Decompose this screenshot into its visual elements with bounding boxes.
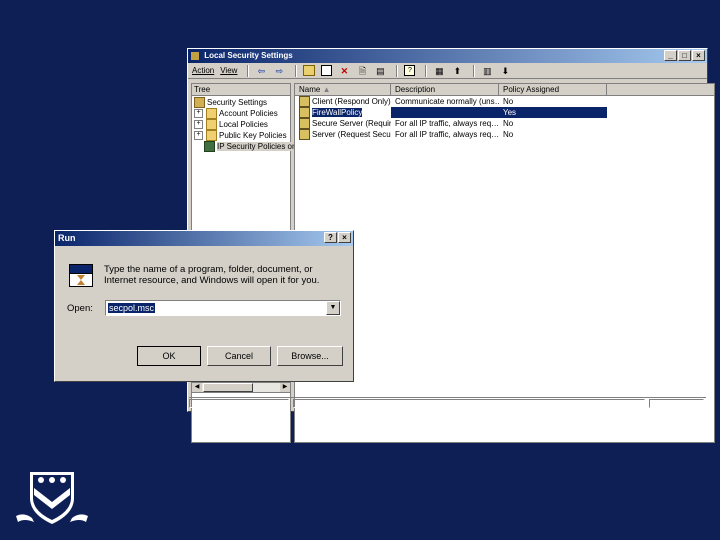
- properties-icon[interactable]: 🗎: [356, 65, 368, 77]
- run-titlebar[interactable]: Run ? ×: [55, 231, 353, 246]
- policy-name: Secure Server (Requir…: [312, 119, 391, 128]
- policy-description: [391, 107, 499, 118]
- folder-icon: [206, 119, 217, 131]
- forward-icon[interactable]: ⇨: [273, 65, 285, 77]
- ip-policy-icon: [299, 118, 310, 129]
- chevron-down-icon[interactable]: ▼: [326, 301, 340, 315]
- open-combobox[interactable]: secpol.msc ▼: [105, 300, 341, 316]
- close-button[interactable]: ×: [692, 50, 705, 61]
- lsp-titlebar[interactable]: Local Security Settings _ □ ×: [188, 49, 707, 63]
- tree-item-label: Public Key Policies: [219, 131, 287, 140]
- ok-button[interactable]: OK: [137, 346, 201, 366]
- scroll-right-arrow-icon[interactable]: ▶: [280, 383, 290, 392]
- policy-row[interactable]: Client (Respond Only) Communicate normall…: [295, 96, 714, 107]
- toolbar-separator: [295, 64, 298, 77]
- sort-ascending-icon: ▲: [322, 85, 331, 94]
- ip-policy-icon: [299, 129, 310, 140]
- toolbar-separator: [473, 64, 476, 77]
- policy-rows: Client (Respond Only) Communicate normall…: [295, 96, 714, 140]
- status-bar: [189, 397, 706, 410]
- tree-item-public-key-policies[interactable]: + Public Key Policies: [194, 130, 287, 142]
- policy-assigned: No: [503, 119, 514, 128]
- delete-icon[interactable]: ✕: [338, 65, 350, 77]
- unassign-icon[interactable]: ⬇: [499, 65, 511, 77]
- minimize-button[interactable]: _: [664, 50, 677, 61]
- policy-description: Communicate normally (uns…: [395, 97, 499, 106]
- add-icon[interactable]: ▦: [433, 65, 445, 77]
- run-prompt-text: Type the name of a program, folder, docu…: [104, 264, 320, 286]
- policy-assigned: Yes: [499, 107, 607, 118]
- show-hide-tree-icon[interactable]: [321, 65, 333, 76]
- run-title: Run: [58, 233, 76, 243]
- tree-item-local-policies[interactable]: + Local Policies: [194, 119, 268, 131]
- folder-icon: [206, 130, 217, 142]
- up-folder-icon[interactable]: [303, 65, 316, 76]
- tree-item-label: Local Policies: [219, 120, 268, 129]
- menu-action[interactable]: Action: [192, 66, 214, 75]
- policy-list-pane[interactable]: Name ▲ Description Policy Assigned Clien…: [294, 83, 715, 443]
- export-list-icon[interactable]: ▤: [374, 65, 386, 77]
- toolbar-separator: [425, 64, 428, 77]
- help-button[interactable]: ?: [324, 232, 337, 243]
- tree-horizontal-scrollbar[interactable]: ◀ ▶: [191, 382, 291, 393]
- scroll-left-arrow-icon[interactable]: ◀: [192, 383, 202, 392]
- scroll-thumb[interactable]: [203, 383, 253, 392]
- column-header-policy-assigned[interactable]: Policy Assigned: [499, 84, 607, 95]
- policy-name: Client (Respond Only): [312, 97, 391, 106]
- policy-description: For all IP traffic, always req…: [395, 130, 499, 139]
- run-dialog: Run ? × Type the name of a program, fold…: [54, 230, 354, 382]
- expand-icon[interactable]: +: [194, 120, 203, 130]
- policy-assigned: No: [503, 130, 514, 139]
- policy-row[interactable]: Server (Request Secu… For all IP traffic,…: [295, 129, 714, 140]
- university-shield-logo: [14, 468, 90, 530]
- ip-policy-icon: [299, 107, 310, 118]
- policy-name: FireWallPolicy: [312, 108, 363, 117]
- open-label: Open:: [67, 303, 93, 314]
- toolbar-separator: [396, 64, 399, 77]
- tree-item-security-settings[interactable]: Security Settings: [194, 97, 268, 109]
- folder-icon: [206, 108, 217, 120]
- tree-item-label: Account Policies: [219, 109, 278, 118]
- column-header-description[interactable]: Description: [391, 84, 499, 95]
- maximize-button[interactable]: □: [678, 50, 691, 61]
- tree-item-account-policies[interactable]: + Account Policies: [194, 108, 278, 120]
- tree-item-ip-security-policies[interactable]: IP Security Policies on: [204, 141, 297, 153]
- ip-policy-icon: [299, 96, 310, 107]
- lsp-title: Local Security Settings: [204, 51, 293, 60]
- open-input[interactable]: secpol.msc: [108, 303, 156, 313]
- help-icon[interactable]: ?: [404, 65, 416, 76]
- computer-shield-icon: [204, 141, 215, 153]
- expand-icon[interactable]: +: [194, 109, 203, 119]
- tree-item-label: Security Settings: [207, 98, 268, 107]
- run-program-icon: [69, 264, 93, 287]
- manage-filters-icon[interactable]: ▥: [481, 65, 493, 77]
- policy-description: For all IP traffic, always req…: [395, 119, 499, 128]
- assign-icon[interactable]: ⬆: [451, 65, 463, 77]
- security-settings-icon: [194, 97, 205, 109]
- policy-assigned: No: [503, 97, 514, 106]
- run-close-button[interactable]: ×: [338, 232, 351, 243]
- policy-row[interactable]: FireWallPolicy Yes: [295, 107, 714, 118]
- menubar: Action View ⇦ ⇨ ✕ 🗎 ▤ ? ▦ ⬆ ▥ ⬇: [188, 63, 707, 79]
- column-headers: Name ▲ Description Policy Assigned: [295, 84, 714, 96]
- browse-button[interactable]: Browse...: [277, 346, 343, 366]
- policy-row[interactable]: Secure Server (Requir… For all IP traffic…: [295, 118, 714, 129]
- expand-icon[interactable]: +: [194, 131, 203, 141]
- menu-view[interactable]: View: [220, 66, 237, 75]
- tree-header: Tree: [192, 84, 290, 96]
- toolbar-separator: [247, 64, 250, 77]
- cancel-button[interactable]: Cancel: [207, 346, 271, 366]
- back-icon[interactable]: ⇦: [255, 65, 267, 77]
- column-header-name[interactable]: Name ▲: [295, 84, 391, 95]
- tree-item-label: IP Security Policies on: [217, 142, 297, 151]
- policy-name: Server (Request Secu…: [312, 130, 391, 139]
- app-icon: [191, 51, 199, 60]
